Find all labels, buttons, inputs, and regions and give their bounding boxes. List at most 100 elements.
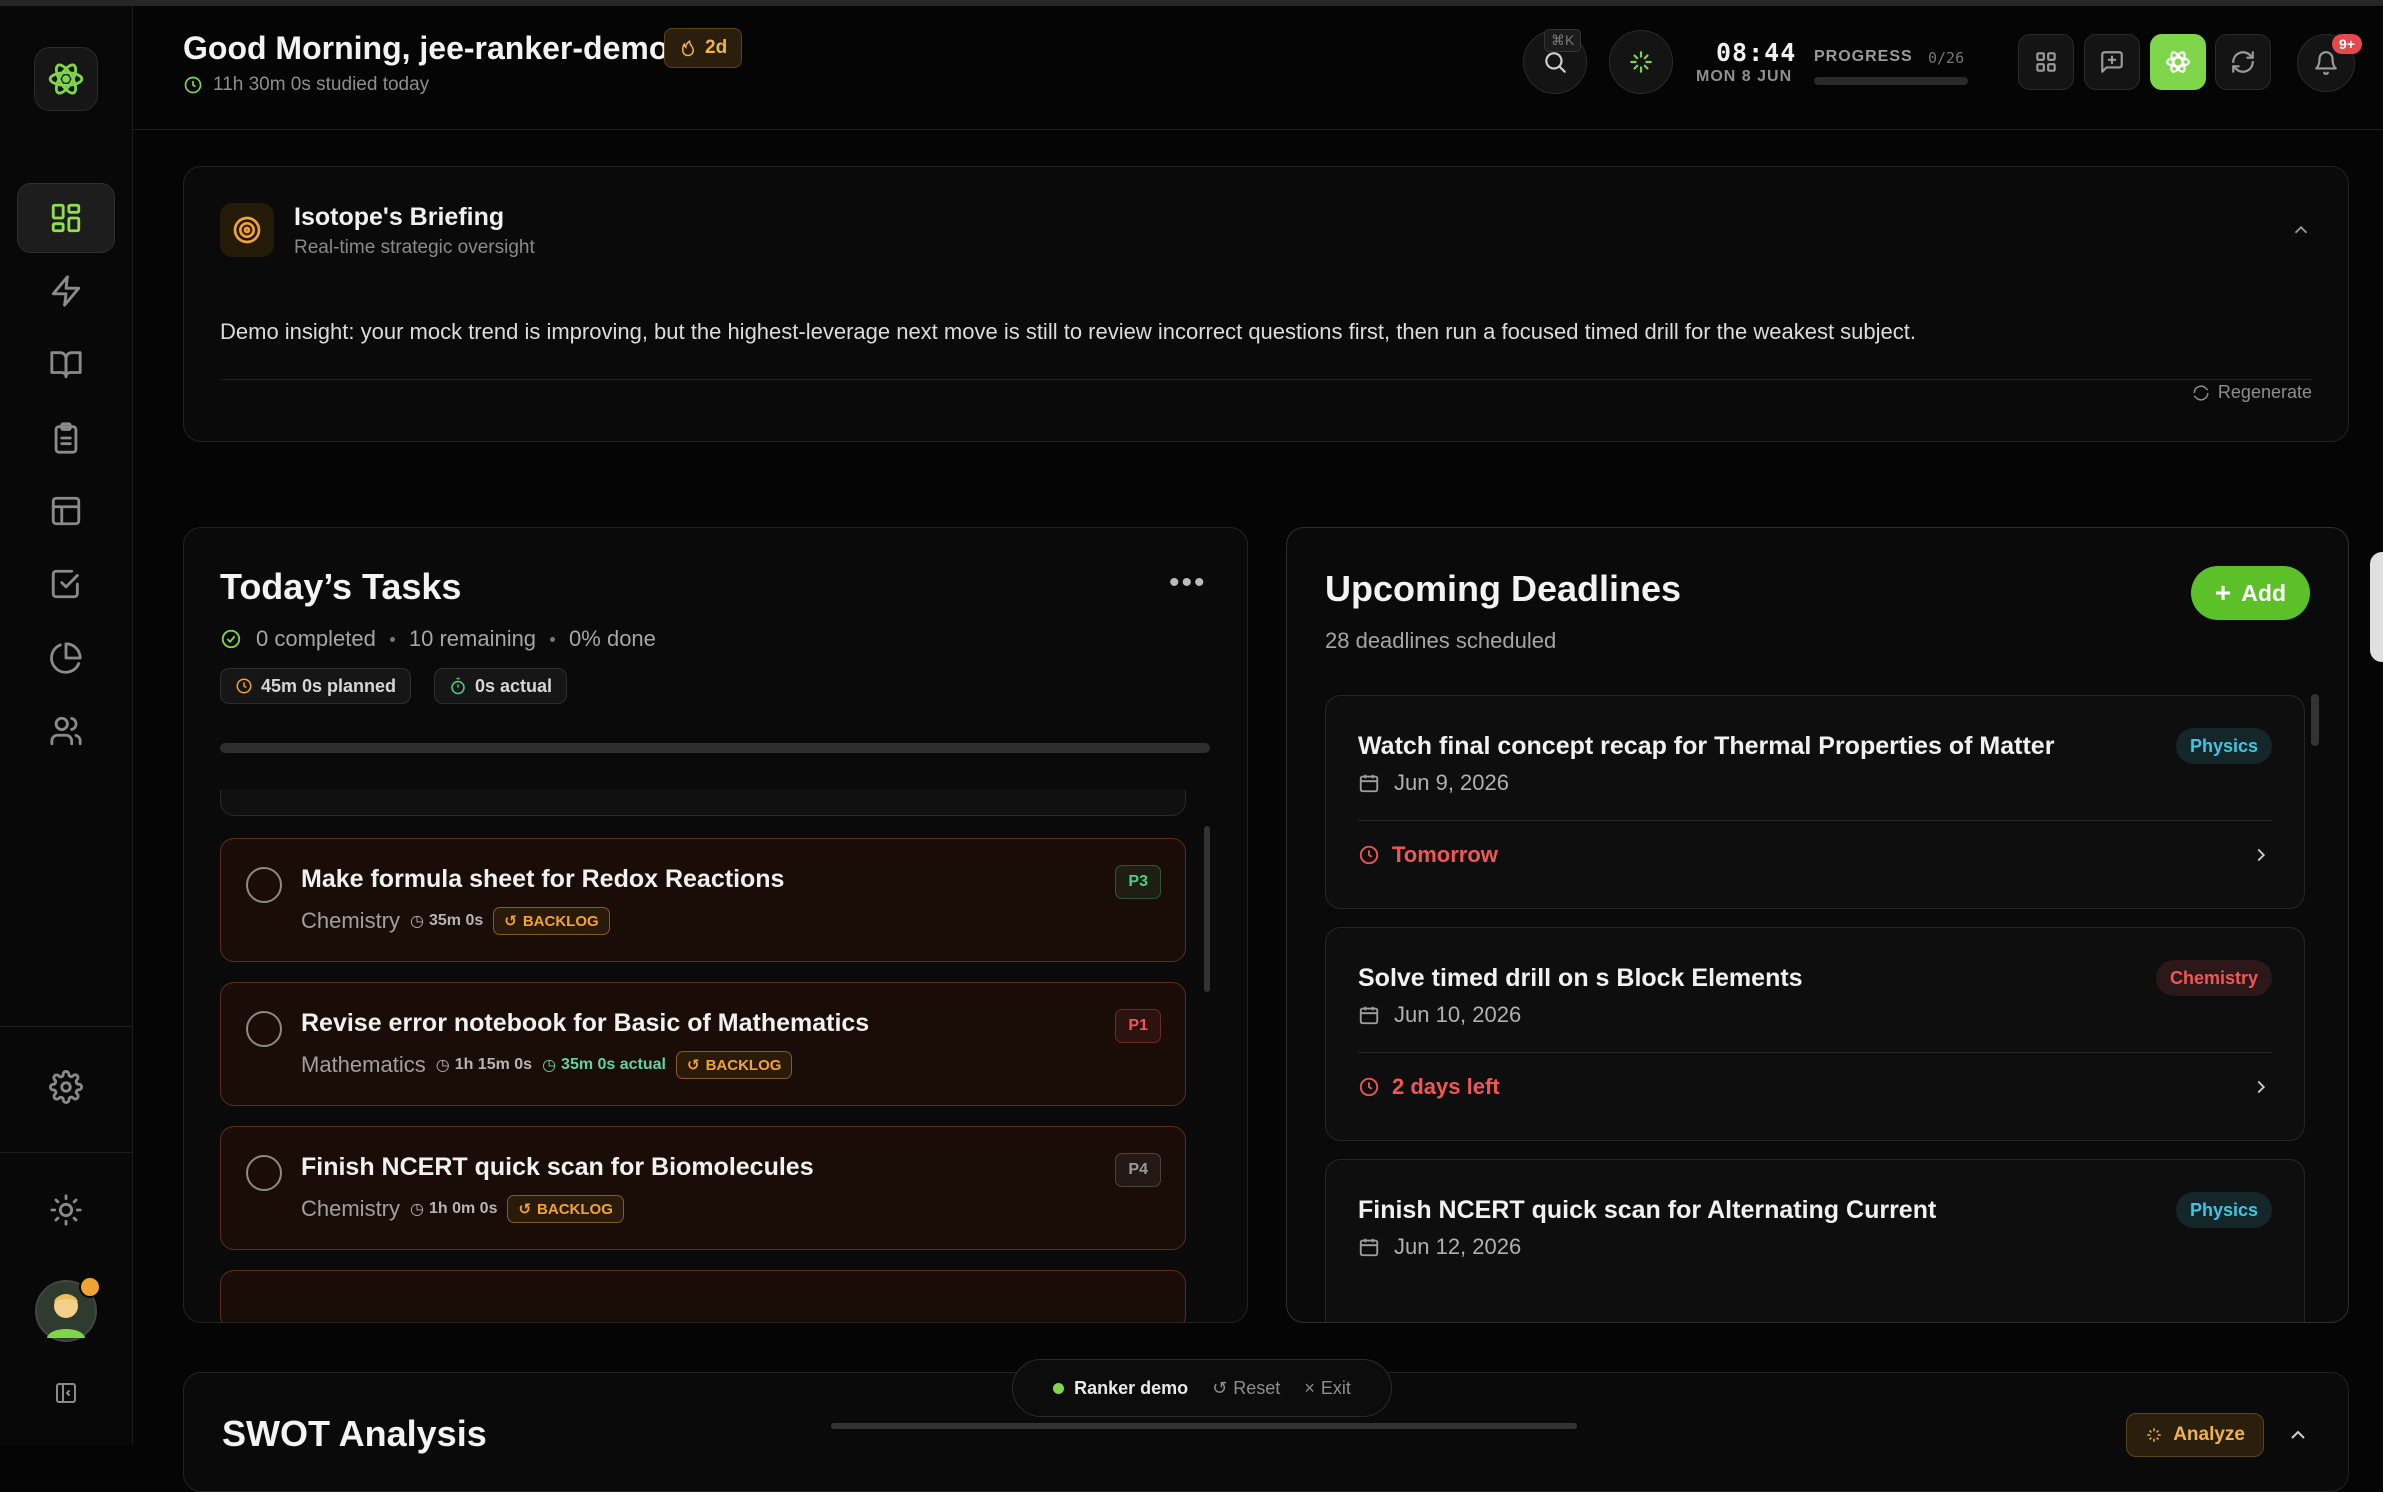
demo-label: Ranker demo [1074, 1377, 1189, 1398]
deadline-list-scrollbar[interactable] [2311, 694, 2319, 746]
backlog-badge: ↺ BACKLOG [676, 1051, 793, 1079]
horizontal-scrollbar[interactable] [831, 1423, 1577, 1429]
task-name: Finish NCERT quick scan for Biomolecules [301, 1153, 814, 1181]
priority-badge: P4 [1115, 1153, 1161, 1187]
crown-badge-icon [79, 1276, 101, 1298]
add-deadline-button[interactable]: + Add [2190, 566, 2310, 620]
deadlines-card: Upcoming Deadlines 28 deadlines schedule… [1286, 527, 2349, 1323]
task-checkbox[interactable] [246, 867, 282, 903]
nav-focus[interactable] [17, 256, 115, 326]
subject-tag: Physics [2175, 728, 2272, 764]
nav-tests[interactable] [17, 403, 115, 473]
avatar[interactable] [35, 1276, 101, 1342]
task-name: Make formula sheet for Redox Reactions [301, 865, 785, 893]
sidebar [0, 6, 133, 1445]
clock-icon: ◷ [410, 913, 424, 930]
deadline-open-button[interactable] [2250, 1076, 2272, 1103]
task-checkbox[interactable] [246, 1155, 282, 1191]
actual-value: 0s actual [475, 675, 553, 696]
nav-settings[interactable] [17, 1052, 115, 1122]
tasks-card: Today’s Tasks ••• 0 completed 10 remaini… [183, 527, 1248, 1323]
nav-community[interactable] [17, 696, 115, 766]
deadline-item[interactable]: Finish NCERT quick scan for Alternating … [1325, 1159, 2305, 1322]
clipboard-icon [54, 422, 78, 454]
target-icon [233, 216, 261, 244]
analyze-label: Analyze [2173, 1424, 2245, 1445]
task-item[interactable]: Make formula sheet for Redox Reactions C… [220, 838, 1186, 962]
theme-toggle[interactable] [17, 1175, 115, 1245]
tasks-done: 0% done [569, 626, 656, 651]
page-title: Good Morning, jee-ranker-demo [183, 30, 669, 66]
atom-icon [2166, 51, 2190, 73]
status-dot-icon [1053, 1382, 1065, 1394]
apps-button[interactable] [2018, 34, 2074, 90]
check-square-icon [51, 569, 79, 599]
history-icon: ↺ [518, 1201, 532, 1218]
layout-icon [51, 496, 81, 526]
deadline-date: Jun 12, 2026 [1358, 1234, 1521, 1260]
sparkle-icon [1630, 51, 1652, 73]
actual-pill: 0s actual [434, 668, 568, 704]
task-item[interactable]: Revise error notebook for Basic of Mathe… [220, 982, 1186, 1106]
calendar-icon [1359, 774, 1379, 793]
plus-icon: + [2214, 577, 2232, 608]
task-meta: Mathematics ◷ 1h 15m 0s ◷ 35m 0s actual ↺ B… [301, 1051, 793, 1079]
studied-today: 11h 30m 0s studied today [183, 74, 429, 96]
feedback-button[interactable] [2084, 34, 2140, 90]
briefing-text: Demo insight: your mock trend is improvi… [220, 319, 1916, 344]
streak-badge: 2d [664, 28, 743, 68]
ai-button[interactable] [1609, 30, 1673, 94]
task-item[interactable]: Finish NCERT quick scan for Biomolecules… [220, 1126, 1186, 1250]
deadline-item[interactable]: Solve timed drill on s Block Elements Ch… [1325, 927, 2305, 1141]
analyze-button[interactable]: Analyze [2126, 1413, 2264, 1457]
nav-analytics[interactable] [17, 623, 115, 693]
nav-dashboard[interactable] [17, 183, 115, 253]
atom-icon [48, 63, 84, 95]
exit-label: Exit [1320, 1377, 1351, 1398]
deadline-date: Jun 9, 2026 [1358, 770, 1509, 796]
task-meta: Chemistry ◷ 35m 0s ↺ BACKLOG [301, 907, 610, 935]
exit-button[interactable]: × Exit [1304, 1378, 1351, 1399]
deadline-item[interactable]: Watch final concept recap for Thermal Pr… [1325, 695, 2305, 909]
flame-icon [681, 39, 695, 57]
deadline-status: Tomorrow [1358, 842, 1498, 868]
swot-title: SWOT Analysis [222, 1413, 487, 1454]
clock-icon [236, 678, 252, 694]
deadline-open-button[interactable] [2250, 844, 2272, 871]
sync-button[interactable] [2215, 34, 2271, 90]
task-list-scrollbar[interactable] [1204, 826, 1210, 992]
app-logo[interactable] [34, 47, 98, 111]
task-checkbox[interactable] [246, 1011, 282, 1047]
briefing-collapse-button[interactable] [2290, 219, 2312, 246]
side-drawer-tab[interactable] [2370, 552, 2383, 662]
collapse-sidebar-button[interactable] [17, 1368, 115, 1418]
task-subject: Chemistry [301, 1196, 401, 1221]
separator-dot [389, 636, 395, 642]
close-icon: × [1304, 1377, 1315, 1398]
tasks-more-button[interactable]: ••• [1169, 566, 1207, 600]
isotope-button[interactable] [2150, 34, 2206, 90]
clock-date: MON 8 JUN [1696, 68, 1793, 85]
deadline-name: Solve timed drill on s Block Elements [1358, 964, 1803, 992]
task-duration: ◷ 35m 0s [410, 912, 484, 930]
swot-collapse-button[interactable] [2286, 1423, 2310, 1452]
add-deadline-label: Add [2241, 579, 2286, 606]
regenerate-button[interactable]: Regenerate [2192, 382, 2312, 403]
deadline-date: Jun 10, 2026 [1358, 1002, 1521, 1028]
sidebar-divider [0, 1026, 133, 1027]
nav-planner[interactable] [17, 476, 115, 546]
sidebar-collapse-icon [56, 1383, 76, 1403]
history-icon: ↺ [687, 1057, 700, 1074]
clock-icon: ◷ [435, 1057, 450, 1074]
deadline-divider [1358, 1052, 2272, 1053]
timer-icon [451, 677, 465, 695]
nav-syllabus[interactable] [17, 329, 115, 399]
planned-value: 45m 0s planned [261, 675, 397, 696]
chevron-up-icon [2294, 225, 2308, 234]
reset-button[interactable]: ↺ Reset [1212, 1378, 1280, 1399]
studied-text: 11h 30m 0s studied today [213, 74, 430, 95]
calendar-icon [1359, 1006, 1379, 1025]
calendar-icon [1359, 1238, 1379, 1257]
nav-tasks[interactable] [17, 549, 115, 619]
subject-tag: Chemistry [2155, 960, 2272, 996]
